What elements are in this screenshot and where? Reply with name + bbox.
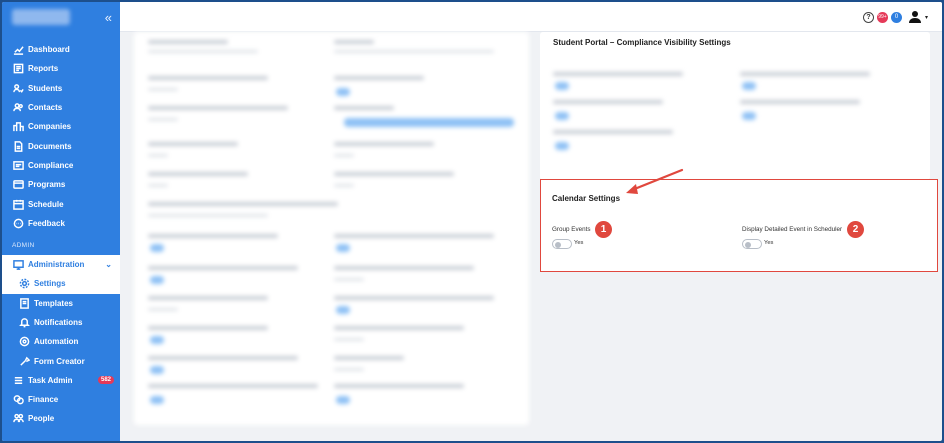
sidebar-item-label: Form Creator (34, 356, 85, 366)
programs-icon (12, 179, 24, 191)
callout-marker-1: 1 (595, 221, 612, 238)
sidebar-item-label: Task Admin (28, 375, 73, 385)
sidebar-item-label: Settings (34, 279, 66, 289)
sidebar-item-label: Administration (28, 260, 85, 270)
user-icon[interactable] (908, 10, 922, 24)
sidebar-item-label: Compliance (28, 160, 74, 170)
sidebar-item-label: Finance (28, 395, 59, 405)
section-label-admin: ADMIN (12, 242, 35, 250)
sidebar-item-label: Students (28, 83, 63, 93)
chart-line-icon (12, 44, 24, 56)
task-count-badge: 582 (97, 376, 114, 385)
sidebar-item-contacts[interactable]: Contacts (2, 98, 120, 117)
gear-icon (18, 278, 30, 290)
group-events-toggle-text: Yes (574, 240, 584, 246)
sidebar-item-people[interactable]: People (2, 409, 120, 428)
portal-settings-title: Student Portal – Compliance Visibility S… (553, 38, 731, 47)
sidebar-item-compliance[interactable]: Compliance (2, 156, 120, 175)
sidebar-item-feedback[interactable]: Feedback (2, 214, 120, 233)
finance-icon (12, 394, 24, 406)
sidebar-item-companies[interactable]: Companies (2, 117, 120, 136)
toggle-knob (555, 241, 561, 248)
double-chevron-left-icon[interactable]: « (105, 10, 112, 25)
top-bar: ? 99+ 0 ▾ (120, 2, 942, 32)
message-badge[interactable]: 0 (890, 11, 902, 23)
sidebar-item-label: Programs (28, 180, 66, 190)
caret-down-icon[interactable]: ▾ (925, 14, 928, 21)
top-bar-actions: ? 99+ 0 ▾ (862, 10, 928, 24)
callout-marker-2: 2 (847, 221, 864, 238)
sidebar-item-settings[interactable]: Settings (2, 274, 120, 294)
help-icon[interactable]: ? (862, 11, 874, 23)
sidebar-item-label: Automation (34, 337, 79, 347)
sidebar-item-task-admin[interactable]: Task Admin 582 (2, 371, 120, 390)
student-portal-compliance-card: Student Portal – Compliance Visibility S… (540, 32, 930, 180)
sidebar-nav: Dashboard Reports Students Contacts Comp… (2, 40, 120, 429)
sidebar-item-label: Schedule (28, 199, 64, 209)
sidebar-item-label: Reports (28, 64, 59, 74)
detailed-event-toggle[interactable] (742, 239, 762, 249)
sidebar: « Dashboard Reports Students Contacts Co… (2, 2, 120, 441)
detailed-event-label: Display Detailed Event in Scheduler (742, 226, 843, 233)
admin-icon (12, 259, 24, 271)
calendar-icon (12, 198, 24, 210)
document-icon (12, 140, 24, 152)
sidebar-item-label: Notifications (34, 318, 83, 327)
sidebar-item-reports[interactable]: Reports (2, 59, 120, 78)
group-events-toggle[interactable] (552, 239, 572, 249)
sidebar-item-notifications[interactable]: Notifications (2, 313, 120, 332)
report-icon (12, 63, 24, 75)
sidebar-item-students[interactable]: Students (2, 79, 120, 98)
annotation-arrow-icon (626, 168, 684, 194)
sidebar-item-programs[interactable]: Programs (2, 175, 120, 194)
people-icon (12, 413, 24, 425)
sidebar-item-finance[interactable]: Finance (2, 390, 120, 409)
sidebar-item-label: People (28, 414, 55, 424)
sidebar-item-label: Companies (28, 122, 72, 132)
notification-badge[interactable]: 99+ (876, 11, 888, 23)
sidebar-item-label: Contacts (28, 103, 63, 113)
students-icon (12, 82, 24, 94)
sidebar-item-label: Dashboard (28, 45, 70, 55)
toggle-knob (745, 241, 751, 248)
sidebar-item-documents[interactable]: Documents (2, 136, 120, 155)
sidebar-item-dashboard[interactable]: Dashboard (2, 40, 120, 59)
sidebar-item-form-creator[interactable]: Form Creator (2, 351, 120, 370)
form-creator-icon (18, 355, 30, 367)
template-icon (18, 297, 30, 309)
blurred-portal-settings (540, 54, 930, 174)
sidebar-item-templates[interactable]: Templates (2, 294, 120, 313)
automation-icon (18, 336, 30, 348)
calendar-settings-title: Calendar Settings (552, 194, 621, 203)
contacts-icon (12, 102, 24, 114)
compliance-icon (12, 159, 24, 171)
logo (12, 9, 70, 25)
sidebar-item-administration[interactable]: Administration ⌄ (2, 254, 120, 275)
sidebar-item-schedule[interactable]: Schedule (2, 194, 120, 213)
sidebar-item-label: Documents (28, 141, 72, 151)
sidebar-item-label: Feedback (28, 218, 65, 228)
blurred-settings-card (134, 32, 529, 425)
app-frame: « Dashboard Reports Students Contacts Co… (0, 0, 944, 443)
sidebar-item-automation[interactable]: Automation (2, 332, 120, 351)
detailed-event-toggle-text: Yes (764, 240, 774, 246)
sidebar-header: « (2, 2, 120, 32)
task-icon (12, 374, 24, 386)
companies-icon (12, 121, 24, 133)
feedback-icon (12, 217, 24, 229)
group-events-label: Group Events (552, 226, 591, 233)
calendar-settings-section: Calendar Settings Group Events 1 Yes Dis… (540, 179, 938, 272)
sidebar-item-label: Templates (34, 298, 73, 308)
bell-icon (18, 317, 30, 329)
chevron-down-icon: ⌄ (105, 260, 112, 270)
